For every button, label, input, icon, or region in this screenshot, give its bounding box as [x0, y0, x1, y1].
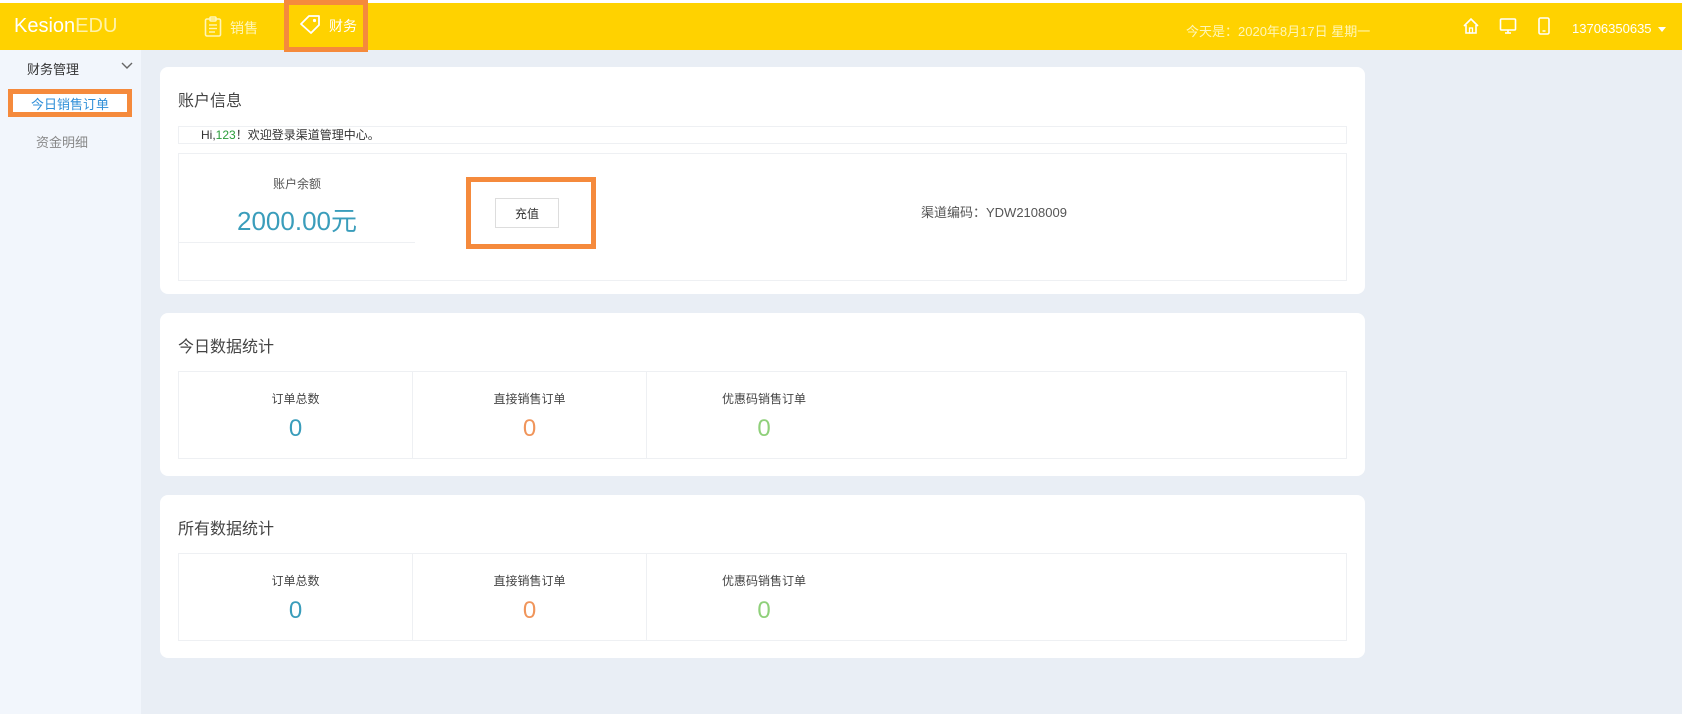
- welcome-username: 123: [215, 128, 236, 142]
- monitor-icon[interactable]: [1499, 17, 1517, 40]
- mobile-icon[interactable]: [1537, 17, 1551, 40]
- welcome-suffix: ！欢迎登录渠道管理中心。: [235, 128, 380, 142]
- nav-finance[interactable]: 财务: [284, 0, 368, 52]
- stat-label: 订单总数: [271, 392, 320, 406]
- home-icon[interactable]: [1462, 17, 1480, 40]
- stat-direct-orders: 直接销售订单 0: [413, 554, 647, 640]
- stat-label: 直接销售订单: [493, 574, 566, 588]
- all-stats-card: 所有数据统计 订单总数 0 直接销售订单 0 优惠码销售订单 0: [160, 495, 1365, 658]
- stat-label: 优惠码销售订单: [721, 392, 806, 406]
- all-stats-title: 所有数据统计: [178, 521, 275, 538]
- sidebar: 财务管理 今日销售订单 资金明细: [0, 50, 141, 714]
- caret-down-icon: [1657, 27, 1666, 33]
- stat-value: 0: [288, 415, 303, 442]
- stat-value: 0: [757, 415, 771, 442]
- stat-coupon-orders: 优惠码销售订单 0: [647, 554, 881, 640]
- divider: [179, 242, 415, 243]
- stat-label: 优惠码销售订单: [721, 574, 806, 588]
- sidebar-group-label: 财务管理: [27, 62, 80, 77]
- tag-icon: [299, 14, 329, 38]
- sidebar-item-label: 资金明细: [36, 135, 89, 150]
- stat-direct-orders: 直接销售订单 0: [413, 372, 647, 458]
- stat-coupon-orders: 优惠码销售订单 0: [647, 372, 881, 458]
- top-bar: KesionEDU 销售 财务 今天是：2020年8月17日 星期一 13706…: [0, 0, 1682, 53]
- nav-sales[interactable]: 销售: [204, 3, 258, 53]
- logo-suffix: EDU: [75, 15, 118, 37]
- today-stats-card: 今日数据统计 订单总数 0 直接销售订单 0 优惠码销售订单 0: [160, 313, 1365, 476]
- welcome-prefix: Hi,: [201, 128, 216, 142]
- sidebar-item-fund-details[interactable]: 资金明细: [36, 132, 88, 151]
- user-name: 13706350635: [1572, 21, 1652, 36]
- sidebar-item-today-orders[interactable]: 今日销售订单: [8, 89, 132, 117]
- stat-label: 订单总数: [271, 574, 320, 588]
- stat-label: 直接销售订单: [493, 392, 566, 406]
- chevron-down-icon: [121, 59, 133, 74]
- stat-value: 0: [288, 597, 303, 624]
- recharge-button[interactable]: 充值: [495, 198, 559, 228]
- sidebar-item-label: 今日销售订单: [30, 96, 109, 112]
- logo-main: Kesion: [14, 15, 76, 37]
- balance-label: 账户余额: [272, 177, 321, 191]
- stat-total-orders: 订单总数 0: [179, 554, 413, 640]
- channel-code: 渠道编码：YDW2108009: [921, 205, 1067, 220]
- account-info-title: 账户信息: [178, 93, 243, 110]
- divider: [179, 458, 881, 459]
- stat-value: 0: [522, 415, 537, 442]
- divider: [179, 640, 881, 641]
- account-box: 账户余额 2000.00元 充值 渠道编码：YDW2108009: [178, 153, 1347, 281]
- logo[interactable]: KesionEDU: [14, 15, 117, 38]
- nav-finance-label: 财务: [329, 18, 357, 34]
- all-stats-grid: 订单总数 0 直接销售订单 0 优惠码销售订单 0: [178, 553, 1347, 641]
- today-stats-title: 今日数据统计: [178, 339, 275, 356]
- balance-value: 2000.00元: [237, 206, 357, 236]
- today-stats-grid: 订单总数 0 直接销售订单 0 优惠码销售订单 0: [178, 371, 1347, 459]
- stat-value: 0: [757, 597, 771, 624]
- stat-total-orders: 订单总数 0: [179, 372, 413, 458]
- stat-value: 0: [522, 597, 537, 624]
- clipboard-icon: [204, 15, 230, 41]
- sidebar-group-finance[interactable]: 财务管理: [27, 59, 135, 78]
- date-text: 今天是：2020年8月17日 星期一: [1186, 24, 1371, 39]
- nav-sales-label: 销售: [230, 20, 258, 36]
- welcome-message: Hi,123！欢迎登录渠道管理中心。: [178, 126, 1347, 144]
- user-menu[interactable]: 13706350635: [1572, 21, 1666, 36]
- account-info-card: 账户信息 Hi,123！欢迎登录渠道管理中心。 账户余额 2000.00元 充值…: [160, 67, 1365, 294]
